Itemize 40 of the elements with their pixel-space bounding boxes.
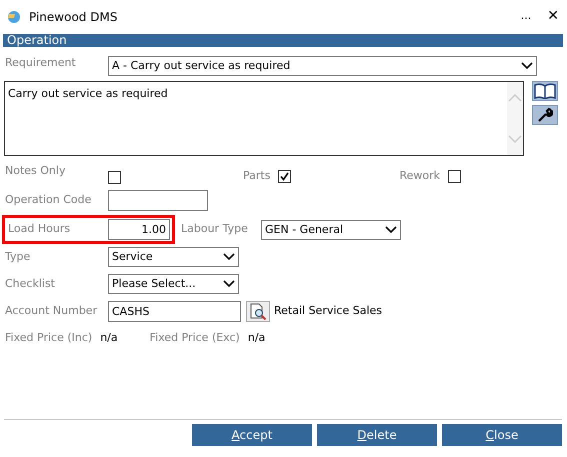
account-number-field[interactable]: CASHS [108, 301, 241, 322]
field-label: Operation Code [5, 192, 92, 208]
wrench-icon[interactable] [532, 105, 558, 125]
field-label: Fixed Price (Exc) [150, 330, 240, 346]
labour-type-select[interactable]: GEN - General [261, 220, 401, 240]
price-value: n/a [100, 330, 118, 346]
checklist-select[interactable]: Please Select... [108, 274, 239, 294]
dialog-button[interactable]: Close [442, 424, 562, 446]
section-header: Operation [3, 34, 563, 47]
chevron-icon [223, 253, 235, 261]
field-label: Account Number [5, 303, 98, 320]
checkbox-label: Rework [399, 168, 440, 184]
checkbox-label: Parts [243, 168, 270, 184]
close-button[interactable]: ✕ [547, 6, 559, 27]
requirement-select[interactable]: A - Carry out service as required [108, 56, 537, 76]
checkbox-label: Notes Only [5, 163, 66, 179]
field-label: Labour Type [181, 221, 249, 238]
checkbox[interactable] [448, 170, 461, 182]
lookup-icon[interactable] [246, 301, 270, 322]
price-value: n/a [248, 330, 266, 346]
field-label: Requirement [5, 55, 77, 71]
dialog-button[interactable]: Accept [192, 424, 312, 446]
checkbox[interactable] [108, 170, 121, 184]
checkbox[interactable] [278, 170, 292, 182]
field-label: Checklist [5, 276, 56, 292]
account-name: Retail Service Sales [274, 303, 382, 320]
book-icon[interactable] [532, 81, 558, 101]
field-label: Fixed Price (Inc) [5, 330, 92, 346]
chevron-icon [521, 62, 533, 70]
app-icon [6, 9, 21, 24]
type-select[interactable]: Service [108, 247, 239, 267]
dialog-button[interactable]: Delete [317, 424, 437, 446]
chevron-icon [385, 226, 397, 234]
load-hours-field[interactable]: 1.00 [108, 219, 170, 240]
field-label: Type [5, 248, 32, 265]
field-label: Load Hours [8, 221, 72, 238]
operation-code-field[interactable] [108, 190, 208, 211]
more-button[interactable]: ... [520, 8, 532, 25]
chevron-icon [223, 280, 235, 288]
window-title: Pinewood DMS [29, 8, 118, 26]
